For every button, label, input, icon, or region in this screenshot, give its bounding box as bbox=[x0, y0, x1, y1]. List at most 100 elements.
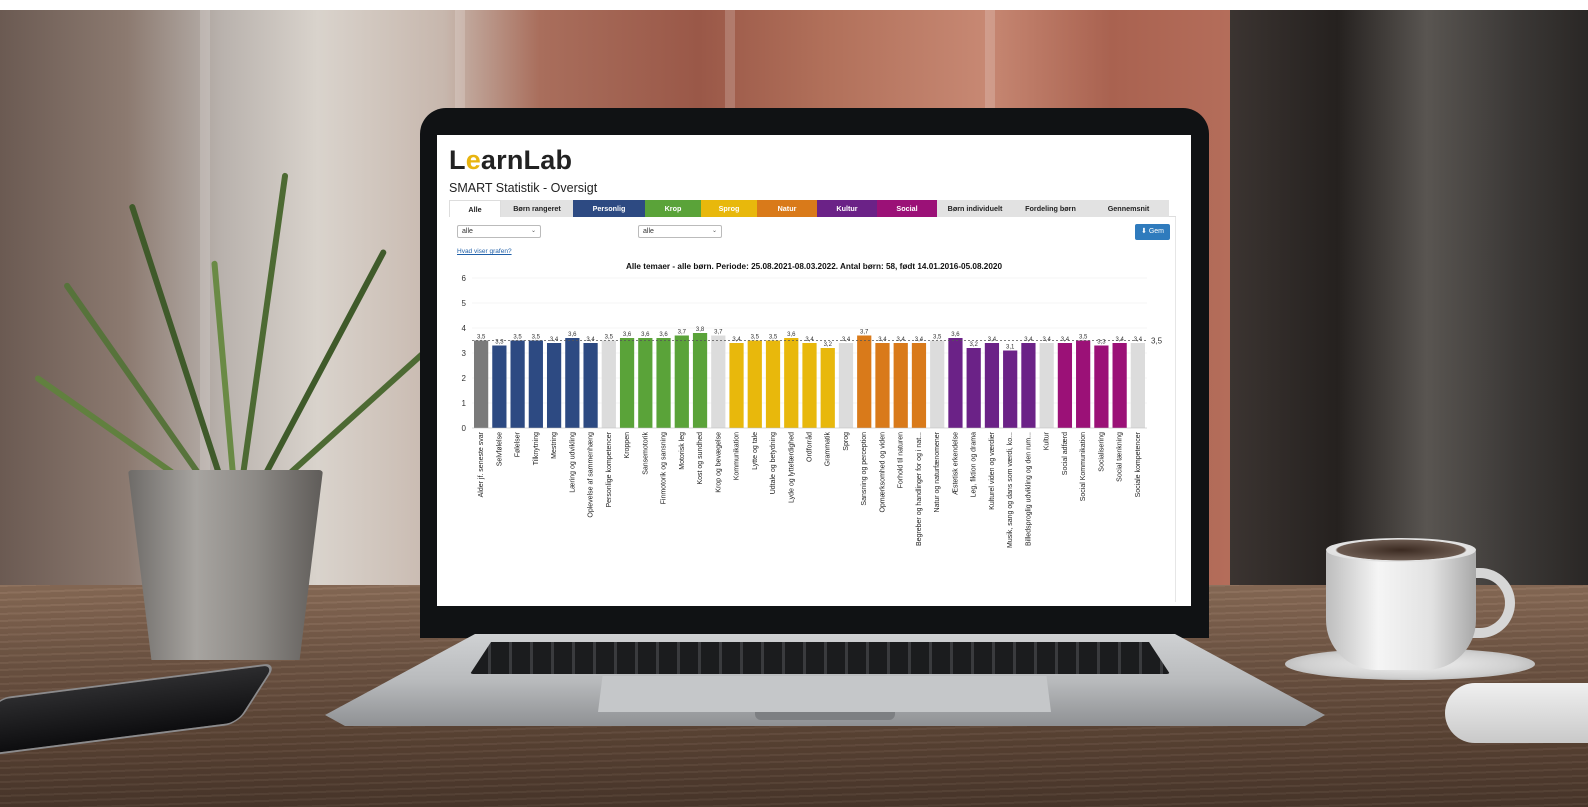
bar-value-label: 3,4 bbox=[878, 337, 887, 343]
bar bbox=[911, 343, 927, 428]
laptop-screen: LearnLab SMART Statistik - Oversigt Alle… bbox=[437, 135, 1191, 606]
bar bbox=[674, 335, 689, 428]
bar bbox=[565, 338, 580, 428]
bar-value-label: 3,5 bbox=[769, 335, 778, 341]
x-tick-label: Sansemotorik bbox=[642, 432, 649, 475]
bar-value-label: 3,6 bbox=[659, 332, 668, 338]
x-tick-label: Leg, fiktion og drama bbox=[971, 432, 978, 497]
bar-value-label: 3,4 bbox=[805, 337, 814, 343]
bar bbox=[692, 333, 708, 428]
bar bbox=[729, 343, 744, 428]
bar-value-label: 3,5 bbox=[933, 335, 942, 341]
bar-value-label: 3,5 bbox=[477, 335, 486, 341]
x-tick-label: Social tænkning bbox=[1117, 432, 1124, 482]
bar bbox=[1057, 343, 1073, 428]
bar bbox=[948, 338, 963, 428]
x-tick-label: Krop og bevægelse bbox=[715, 432, 722, 493]
y-tick-label: 1 bbox=[462, 399, 467, 408]
x-tick-label: Kultur bbox=[1044, 431, 1051, 450]
bar-value-label: 3,4 bbox=[842, 337, 851, 343]
x-tick-label: Lytte og tale bbox=[752, 432, 759, 470]
bar-value-label: 3,1 bbox=[1006, 345, 1015, 351]
x-tick-label: Social Kommunikation bbox=[1080, 432, 1087, 501]
bar bbox=[638, 338, 653, 428]
bar-value-label: 3,6 bbox=[623, 332, 632, 338]
bar-value-label: 3,7 bbox=[678, 330, 687, 336]
bar bbox=[619, 338, 635, 428]
laptop-touchpad bbox=[598, 676, 1051, 712]
bar bbox=[528, 340, 543, 428]
bar bbox=[1076, 340, 1091, 428]
bar bbox=[492, 345, 507, 428]
bar-value-label: 3,6 bbox=[787, 332, 796, 338]
bar-value-label: 3,4 bbox=[897, 337, 906, 343]
mouse bbox=[1445, 683, 1588, 743]
bar bbox=[1112, 343, 1127, 428]
bar-value-label: 3,6 bbox=[641, 332, 650, 338]
bar-value-label: 3,5 bbox=[532, 335, 541, 341]
bar bbox=[656, 338, 671, 428]
bar-value-label: 3,7 bbox=[714, 330, 723, 336]
y-tick-label: 4 bbox=[462, 324, 467, 333]
bar-value-label: 3,4 bbox=[915, 337, 924, 343]
x-tick-label: Natur og naturfænomener bbox=[934, 431, 941, 512]
y-tick-label: 2 bbox=[462, 374, 467, 383]
bar bbox=[857, 335, 872, 428]
x-tick-label: Mestring bbox=[551, 432, 558, 459]
bar bbox=[546, 343, 562, 428]
bar-chart: 01234563,5Alder jf. seneste svar3,3Selvf… bbox=[462, 274, 1163, 548]
bar-value-label: 3,5 bbox=[513, 335, 522, 341]
x-tick-label: Begreber og handlinger for og i nat... bbox=[916, 432, 923, 546]
bar-value-label: 3,4 bbox=[988, 337, 997, 343]
bar-value-label: 3,4 bbox=[1115, 337, 1124, 343]
x-tick-label: Oplevelse af sammenhæng bbox=[588, 432, 595, 518]
x-tick-label: Finmotorik og sansning bbox=[661, 432, 668, 504]
bar bbox=[1094, 345, 1109, 428]
x-tick-label: Forhold til naturen bbox=[898, 432, 905, 489]
bar bbox=[984, 343, 1000, 428]
bar-value-label: 3,4 bbox=[1024, 337, 1033, 343]
bar bbox=[747, 340, 762, 428]
x-tick-label: Social adfærd bbox=[1062, 432, 1069, 475]
x-tick-label: Læring og udvikling bbox=[569, 432, 576, 493]
x-tick-label: Udtale og betydning bbox=[770, 432, 777, 494]
bar-value-label: 3,4 bbox=[1134, 337, 1143, 343]
x-tick-label: Kost og sundhed bbox=[697, 432, 704, 485]
bar bbox=[765, 340, 781, 428]
coffee-cup bbox=[1326, 545, 1476, 670]
bar-value-label: 3,4 bbox=[586, 337, 595, 343]
bar-value-label: 3,4 bbox=[732, 337, 741, 343]
bar-value-label: 3,2 bbox=[824, 342, 833, 348]
x-tick-label: Kulturel viden og værdier bbox=[989, 431, 996, 509]
bar bbox=[583, 343, 598, 428]
bar-value-label: 3,4 bbox=[1061, 337, 1070, 343]
coffee-cup-rim bbox=[1326, 538, 1476, 562]
x-tick-label: Lyde og lyttefærdighed bbox=[788, 432, 795, 503]
bar-value-label: 3,5 bbox=[1079, 335, 1088, 341]
x-tick-label: Ordforråd bbox=[806, 432, 814, 462]
x-tick-label: Motorisk leg bbox=[679, 432, 686, 470]
x-tick-label: Sprog bbox=[843, 432, 850, 451]
bar bbox=[802, 343, 817, 428]
brick-wall bbox=[1230, 10, 1588, 585]
x-tick-label: Billedsproglig udvikling og den rum... bbox=[1025, 432, 1032, 546]
bar-value-label: 3,7 bbox=[860, 330, 869, 336]
bar-value-label: 3,4 bbox=[550, 337, 559, 343]
bar-value-label: 3,6 bbox=[951, 332, 960, 338]
laptop-keyboard bbox=[470, 642, 1170, 674]
bar bbox=[875, 343, 890, 428]
x-tick-label: Kommunikation bbox=[734, 432, 741, 480]
y-tick-label: 6 bbox=[462, 274, 467, 283]
bar-value-label: 3,5 bbox=[751, 335, 760, 341]
bar-value-label: 3,4 bbox=[1042, 337, 1051, 343]
bar bbox=[510, 340, 525, 428]
laptop-hinge bbox=[755, 712, 895, 720]
bar-value-label: 3,8 bbox=[696, 327, 705, 333]
x-tick-label: Musik, sang og dans som værdi, ko... bbox=[1007, 432, 1014, 548]
x-tick-label: Kroppen bbox=[624, 432, 631, 459]
x-tick-label: Selvfølelse bbox=[496, 432, 503, 466]
bar bbox=[1130, 343, 1145, 428]
x-tick-label: Sociale kompetencer bbox=[1135, 431, 1142, 497]
y-tick-label: 3 bbox=[462, 349, 467, 358]
x-tick-label: Personlige kompetencer bbox=[606, 431, 613, 507]
